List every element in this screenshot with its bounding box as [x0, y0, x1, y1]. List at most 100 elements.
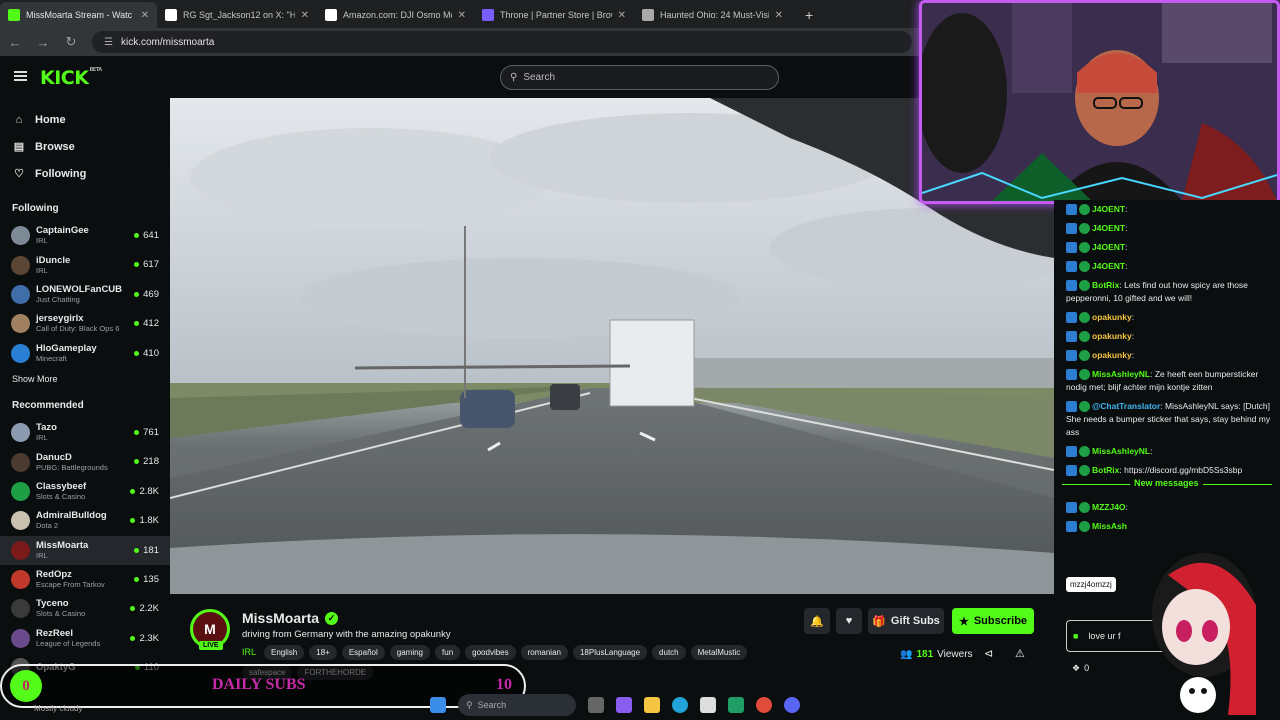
close-tab-icon[interactable]: ✕: [141, 10, 149, 21]
sidebar-channel[interactable]: CaptainGee IRL 641: [0, 221, 170, 250]
sidebar-nav-browse[interactable]: ▤ Browse: [0, 133, 170, 160]
reload-icon[interactable]: ↻: [64, 34, 78, 50]
sidebar-channel[interactable]: Tyceno Slots & Casino 2.2K: [0, 594, 170, 623]
task-view-icon[interactable]: [588, 697, 604, 713]
daily-subs-label: DAILY SUBS: [212, 676, 306, 693]
forward-icon[interactable]: →: [36, 35, 50, 50]
emote-picker-icon[interactable]: ■: [1073, 631, 1078, 641]
chat-username[interactable]: opakunky: [1092, 312, 1132, 322]
sidebar-channel[interactable]: DanucD PUBG: Battlegrounds 218: [0, 447, 170, 476]
browser-tab[interactable]: Haunted Ohio: 24 Must-Visit Pl ✕: [634, 2, 791, 28]
category-link[interactable]: IRL: [242, 647, 256, 657]
store-icon[interactable]: [700, 697, 716, 713]
chat-username[interactable]: MZZJ4O: [1092, 502, 1126, 512]
sidebar-nav-home[interactable]: ⌂ Home: [0, 106, 170, 133]
chat-username[interactable]: opakunky: [1092, 350, 1132, 360]
chat-message[interactable]: MissAshleyNL:: [1054, 442, 1280, 461]
sidebar-nav-label: Following: [35, 167, 87, 180]
file-explorer-icon[interactable]: [644, 697, 660, 713]
chat-username[interactable]: opakunky: [1092, 331, 1132, 341]
windows-start-icon[interactable]: [430, 697, 446, 713]
show-more-link[interactable]: Show More: [0, 374, 170, 388]
chat-username[interactable]: J4OENT: [1092, 223, 1125, 233]
edge-icon[interactable]: [672, 697, 688, 713]
sidebar-channel[interactable]: jerseygirlx Call of Duty: Black Ops 6 412: [0, 309, 170, 338]
follow-button[interactable]: ♥: [836, 608, 862, 634]
app-icon[interactable]: [728, 697, 744, 713]
share-icon[interactable]: ⊲: [984, 647, 993, 660]
chat-username[interactable]: J4OENT: [1092, 204, 1125, 214]
copilot-icon[interactable]: [616, 697, 632, 713]
sidebar-nav-following[interactable]: ♡ Following: [0, 160, 170, 187]
stream-tag[interactable]: dutch: [652, 645, 686, 660]
channel-name[interactable]: MissMoarta: [242, 610, 319, 626]
stream-tag[interactable]: goodvibes: [465, 645, 516, 660]
chat-message[interactable]: J4OENT:: [1054, 200, 1280, 219]
browser-tab[interactable]: Amazon.com: DJI Osmo Mobile ✕: [317, 2, 474, 28]
sidebar-channel[interactable]: LONEWOLFanCUB Just Chatting 469: [0, 280, 170, 309]
stream-tag[interactable]: English: [264, 645, 305, 660]
browser-tab[interactable]: Throne | Partner Store | Browse ✕: [474, 2, 634, 28]
sidebar-channel[interactable]: HloGameplay Minecraft 410: [0, 339, 170, 368]
sidebar-channel[interactable]: Classybeef Slots & Casino 2.8K: [0, 477, 170, 506]
chat-message[interactable]: opakunky:: [1054, 327, 1280, 346]
browser-tab[interactable]: MissMoarta Stream - Watc ✕: [0, 2, 157, 28]
chat-message[interactable]: opakunky:: [1054, 346, 1280, 365]
chat-message[interactable]: MZZJ4O:: [1054, 498, 1280, 517]
chat-username[interactable]: MissAshleyNL: [1092, 446, 1150, 456]
site-info-icon[interactable]: ☰: [104, 37, 113, 48]
chrome-icon[interactable]: [756, 697, 772, 713]
stream-tag[interactable]: MetalMustic: [690, 645, 748, 660]
points-icon[interactable]: ❖: [1072, 663, 1080, 674]
chat-username[interactable]: MissAsh: [1092, 521, 1127, 531]
chat-username[interactable]: BotRix: [1092, 280, 1119, 290]
sidebar-channel[interactable]: iDuncle IRL 617: [0, 250, 170, 279]
chat-message[interactable]: BotRix: Lets find out how spicy are thos…: [1054, 276, 1280, 308]
sidebar-channel[interactable]: Tazo IRL 761: [0, 418, 170, 447]
stream-tag[interactable]: romanian: [520, 645, 568, 660]
taskbar-search[interactable]: ⚲ Search: [458, 694, 576, 716]
back-icon[interactable]: ←: [8, 35, 22, 50]
stream-tag[interactable]: Español: [341, 645, 385, 660]
chat-message[interactable]: opakunky:: [1054, 308, 1280, 327]
new-messages-divider[interactable]: New messages: [1130, 478, 1203, 488]
chat-message[interactable]: J4OENT:: [1054, 238, 1280, 257]
gift-subs-button[interactable]: 🎁 Gift Subs: [868, 608, 944, 634]
new-tab-button[interactable]: +: [805, 7, 813, 23]
sidebar-channel[interactable]: RezReel League of Legends 2.3K: [0, 624, 170, 653]
search-input[interactable]: ⚲ Search: [500, 65, 779, 90]
channel-name: LONEWOLFanCUB: [36, 283, 123, 295]
chat-message[interactable]: J4OENT:: [1054, 219, 1280, 238]
url-field[interactable]: ☰ kick.com/missmoarta: [92, 31, 912, 53]
menu-icon[interactable]: [14, 71, 27, 81]
chat-message[interactable]: J4OENT:: [1054, 257, 1280, 276]
report-icon[interactable]: ⚠: [1015, 647, 1025, 660]
close-tab-icon[interactable]: ✕: [618, 10, 626, 21]
chat-username[interactable]: J4OENT: [1092, 261, 1125, 271]
stream-tag[interactable]: 18+: [309, 645, 337, 660]
browser-tab[interactable]: RG Sgt_Jackson12 on X: "Hey @ ✕: [157, 2, 317, 28]
sidebar-channel[interactable]: AdmiralBulldog Dota 2 1.8K: [0, 506, 170, 535]
close-tab-icon[interactable]: ✕: [775, 10, 783, 21]
kick-logo[interactable]: KICKBETA: [40, 67, 102, 89]
sidebar-channel[interactable]: RedOpz Escape From Tarkov 135: [0, 565, 170, 594]
close-tab-icon[interactable]: ✕: [301, 10, 309, 21]
chat-message[interactable]: MissAshleyNL: Ze heeft een bumpersticker…: [1054, 365, 1280, 397]
chat-username[interactable]: @ChatTranslator: [1092, 401, 1160, 411]
notifications-button[interactable]: 🔔: [804, 608, 830, 634]
chat-username[interactable]: J4OENT: [1092, 242, 1125, 252]
tab-title: Throne | Partner Store | Browse: [500, 10, 612, 20]
discord-icon[interactable]: [784, 697, 800, 713]
chat-message[interactable]: MissAsh: [1054, 517, 1280, 536]
chat-username[interactable]: BotRix: [1092, 465, 1119, 475]
close-tab-icon[interactable]: ✕: [458, 10, 466, 21]
stream-tag[interactable]: 18PlusLanguage: [572, 645, 648, 660]
viewer-count-value: 469: [143, 288, 159, 300]
sidebar-channel[interactable]: MissMoarta IRL 181: [0, 535, 170, 565]
subscribe-button[interactable]: ★ Subscribe: [952, 608, 1034, 634]
viewer-count-value: 181: [143, 544, 159, 556]
stream-tag[interactable]: gaming: [389, 645, 431, 660]
chat-message[interactable]: @ChatTranslator: MissAshleyNL says: [Dut…: [1054, 397, 1280, 442]
stream-tag[interactable]: fun: [435, 645, 461, 660]
chat-username[interactable]: MissAshleyNL: [1092, 369, 1150, 379]
